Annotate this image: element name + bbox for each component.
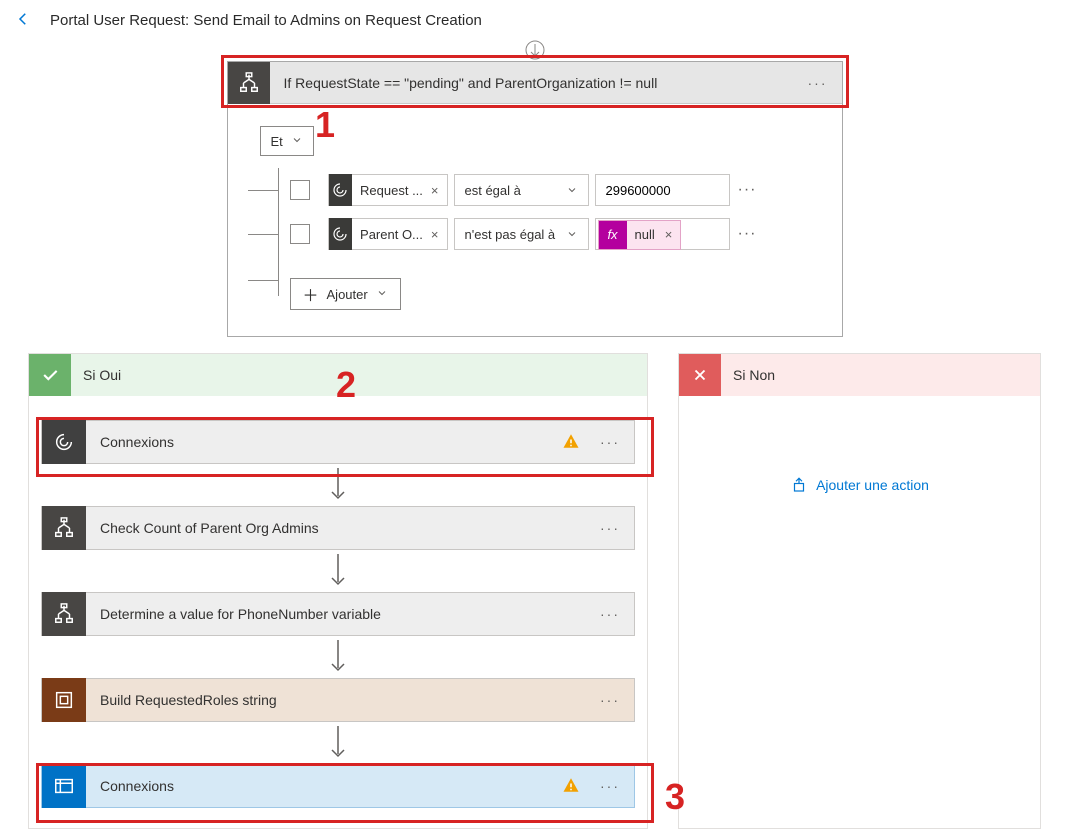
- operand-label: Request ...: [352, 183, 431, 198]
- chevron-down-icon: [291, 134, 303, 149]
- flow-arrow-icon: [41, 550, 635, 592]
- add-action-label: Ajouter une action: [816, 477, 929, 493]
- check-icon: [29, 354, 71, 396]
- branch-no-title: Si Non: [721, 367, 775, 383]
- chevron-down-icon: [376, 287, 388, 302]
- operator-label: n'est pas égal à: [465, 227, 556, 242]
- value-input[interactable]: fx null ×: [595, 218, 730, 250]
- add-row-container: ＋ Ajouter: [266, 264, 810, 310]
- step-icon: [42, 678, 86, 722]
- step-title: Determine a value for PhoneNumber variab…: [86, 606, 586, 622]
- condition-row: Request ... × est égal à ···: [266, 174, 810, 206]
- warning-icon: [562, 776, 586, 797]
- condition-body: Et Request: [228, 104, 842, 336]
- branch-no-header[interactable]: Si Non: [679, 354, 1040, 396]
- add-label: Ajouter: [327, 287, 368, 302]
- remove-token-icon[interactable]: ×: [431, 227, 447, 242]
- operator-select[interactable]: est égal à: [454, 174, 589, 206]
- flow-step[interactable]: Determine a value for PhoneNumber variab…: [41, 592, 635, 636]
- step-icon: [42, 420, 86, 464]
- flow-arrow-icon: [41, 464, 635, 506]
- condition-icon: [228, 62, 270, 104]
- add-condition-button[interactable]: ＋ Ajouter: [290, 278, 401, 310]
- condition-menu-icon[interactable]: ···: [794, 75, 842, 91]
- condition-card[interactable]: If RequestState == "pending" and ParentO…: [227, 61, 843, 337]
- step-title: Connexions: [86, 778, 562, 794]
- flow-step[interactable]: Connexions ···: [41, 420, 635, 464]
- operator-label: est égal à: [465, 183, 521, 198]
- flow-step[interactable]: Build RequestedRoles string ···: [41, 678, 635, 722]
- flow-step[interactable]: Connexions ···: [41, 764, 635, 808]
- step-title: Check Count of Parent Org Admins: [86, 520, 586, 536]
- operator-select[interactable]: n'est pas égal à: [454, 218, 589, 250]
- step-menu-icon[interactable]: ···: [586, 778, 634, 794]
- expression-label: null: [627, 227, 665, 242]
- flow-step[interactable]: Check Count of Parent Org Admins ···: [41, 506, 635, 550]
- step-icon: [42, 592, 86, 636]
- dataverse-swirl-icon: [329, 218, 353, 250]
- flow-arrow-icon: [41, 636, 635, 678]
- plus-icon: ＋: [303, 282, 319, 306]
- step-icon: [42, 764, 86, 808]
- group-operator-select[interactable]: Et: [260, 126, 314, 156]
- step-title: Connexions: [86, 434, 562, 450]
- close-icon: [679, 354, 721, 396]
- branch-yes-title: Si Oui: [71, 367, 121, 383]
- condition-row: Parent O... × n'est pas égal à fx null ×: [266, 218, 810, 250]
- remove-token-icon[interactable]: ×: [431, 183, 447, 198]
- condition-title: If RequestState == "pending" and ParentO…: [270, 75, 794, 91]
- operand-token[interactable]: Request ... ×: [328, 174, 448, 206]
- add-action-button[interactable]: Ajouter une action: [679, 396, 1040, 518]
- row-checkbox[interactable]: [290, 180, 310, 200]
- page-title: Portal User Request: Send Email to Admin…: [50, 12, 482, 29]
- dataverse-swirl-icon: [329, 174, 353, 206]
- condition-header[interactable]: If RequestState == "pending" and ParentO…: [228, 62, 842, 104]
- step-icon: [42, 506, 86, 550]
- group-operator-label: Et: [271, 134, 283, 149]
- fx-icon: fx: [599, 221, 627, 249]
- page-header: Portal User Request: Send Email to Admin…: [0, 0, 1069, 41]
- operand-token[interactable]: Parent O... ×: [328, 218, 448, 250]
- remove-token-icon[interactable]: ×: [665, 227, 681, 242]
- branch-no: Si Non Ajouter une action: [678, 353, 1041, 829]
- expression-token[interactable]: fx null ×: [598, 220, 682, 250]
- branch-yes-header[interactable]: Si Oui: [29, 354, 647, 396]
- row-menu-icon[interactable]: ···: [730, 225, 765, 243]
- back-arrow-icon[interactable]: [14, 10, 32, 31]
- branch-yes: Si Oui Connexions ··· Check Count of Par…: [28, 353, 648, 829]
- step-title: Build RequestedRoles string: [86, 692, 586, 708]
- step-menu-icon[interactable]: ···: [586, 692, 634, 708]
- operand-label: Parent O...: [352, 227, 431, 242]
- value-input[interactable]: [595, 174, 730, 206]
- step-menu-icon[interactable]: ···: [586, 520, 634, 536]
- add-action-icon: [790, 476, 808, 494]
- row-checkbox[interactable]: [290, 224, 310, 244]
- step-menu-icon[interactable]: ···: [586, 434, 634, 450]
- flow-arrow-icon: [41, 722, 635, 764]
- step-menu-icon[interactable]: ···: [586, 606, 634, 622]
- warning-icon: [562, 432, 586, 453]
- row-menu-icon[interactable]: ···: [730, 181, 765, 199]
